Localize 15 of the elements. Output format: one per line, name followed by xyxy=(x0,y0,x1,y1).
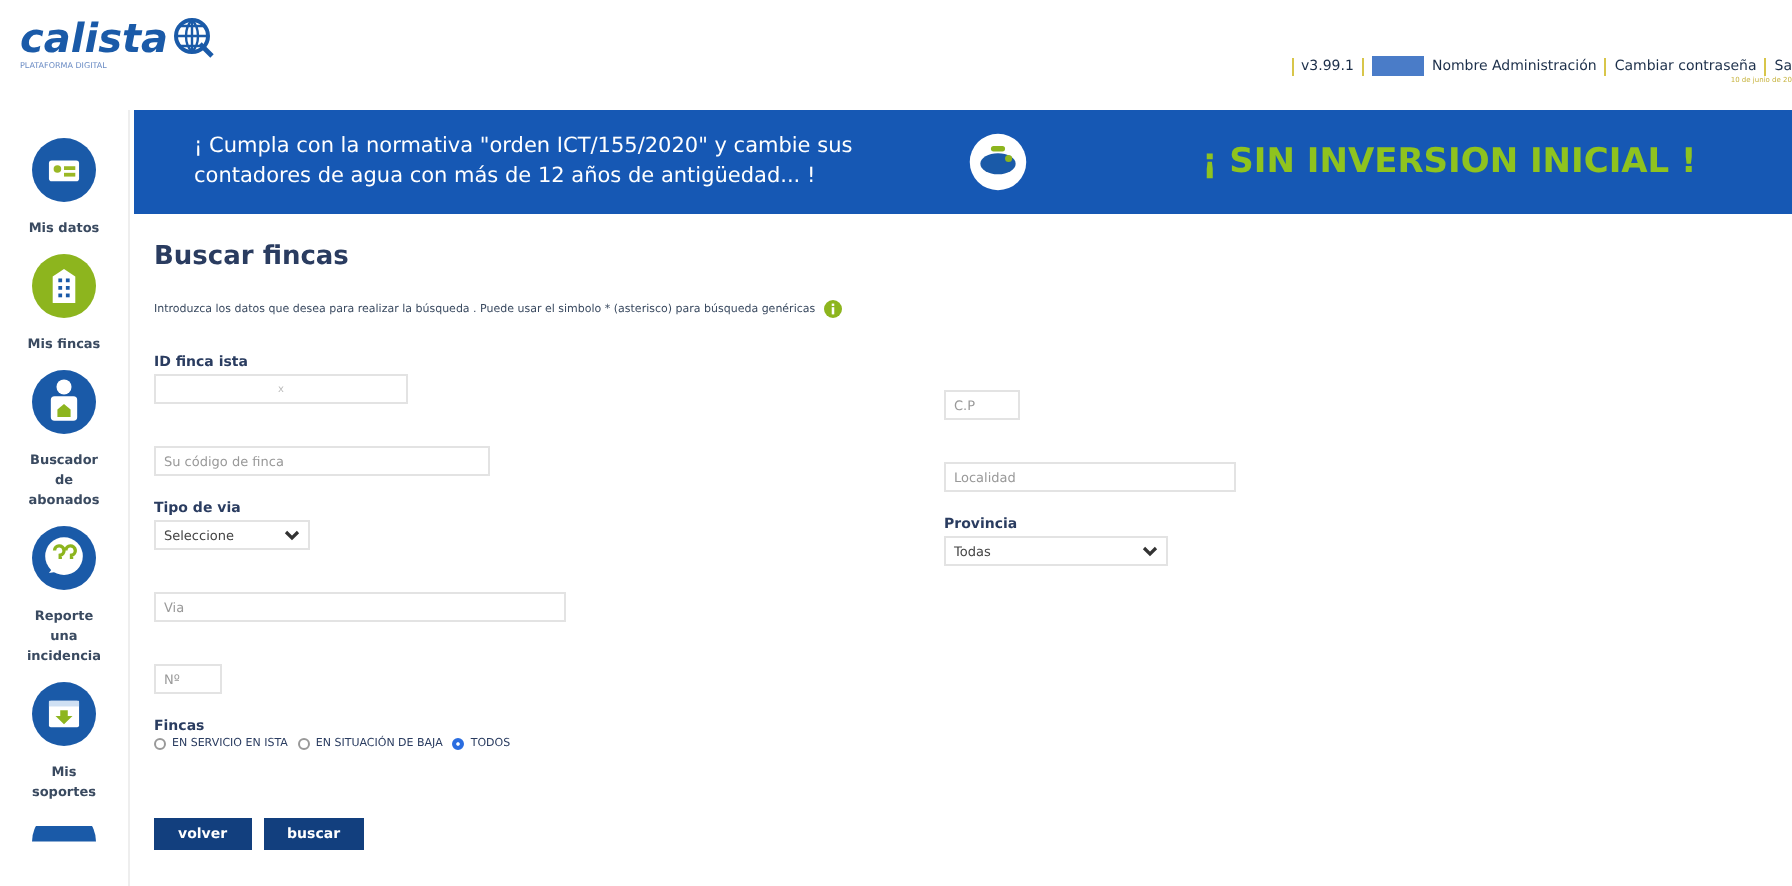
question-bubble-icon[interactable] xyxy=(32,526,96,590)
logo-wordmark: calista xyxy=(20,16,169,60)
promo-banner[interactable]: ¡ Cumpla con la normativa "orden ICT/155/2020" y cambie sus contadores de agua con más de 12 años de antigüedad... ! ¡ SIN INVERSION INICIAL ! xyxy=(134,110,1792,214)
person-house-icon[interactable] xyxy=(32,370,96,434)
id-card-icon[interactable] xyxy=(32,138,96,202)
chevron-down-icon xyxy=(1142,545,1158,557)
globe-icon xyxy=(172,16,217,60)
radio-button[interactable] xyxy=(452,738,465,750)
banner-message: ¡ Cumpla con la normativa "orden ICT/155/2020" y cambie sus contadores de agua con más de 12 años de antigüedad... ! xyxy=(194,132,855,192)
folder-download-icon[interactable] xyxy=(32,682,96,746)
banner-slogan: ¡ SIN INVERSION INICIAL ! xyxy=(1202,142,1697,182)
chevron-down-icon xyxy=(284,529,300,541)
radio-button[interactable] xyxy=(154,738,166,750)
page-title: Buscar fincas xyxy=(154,242,351,272)
radio-button[interactable] xyxy=(297,738,310,750)
